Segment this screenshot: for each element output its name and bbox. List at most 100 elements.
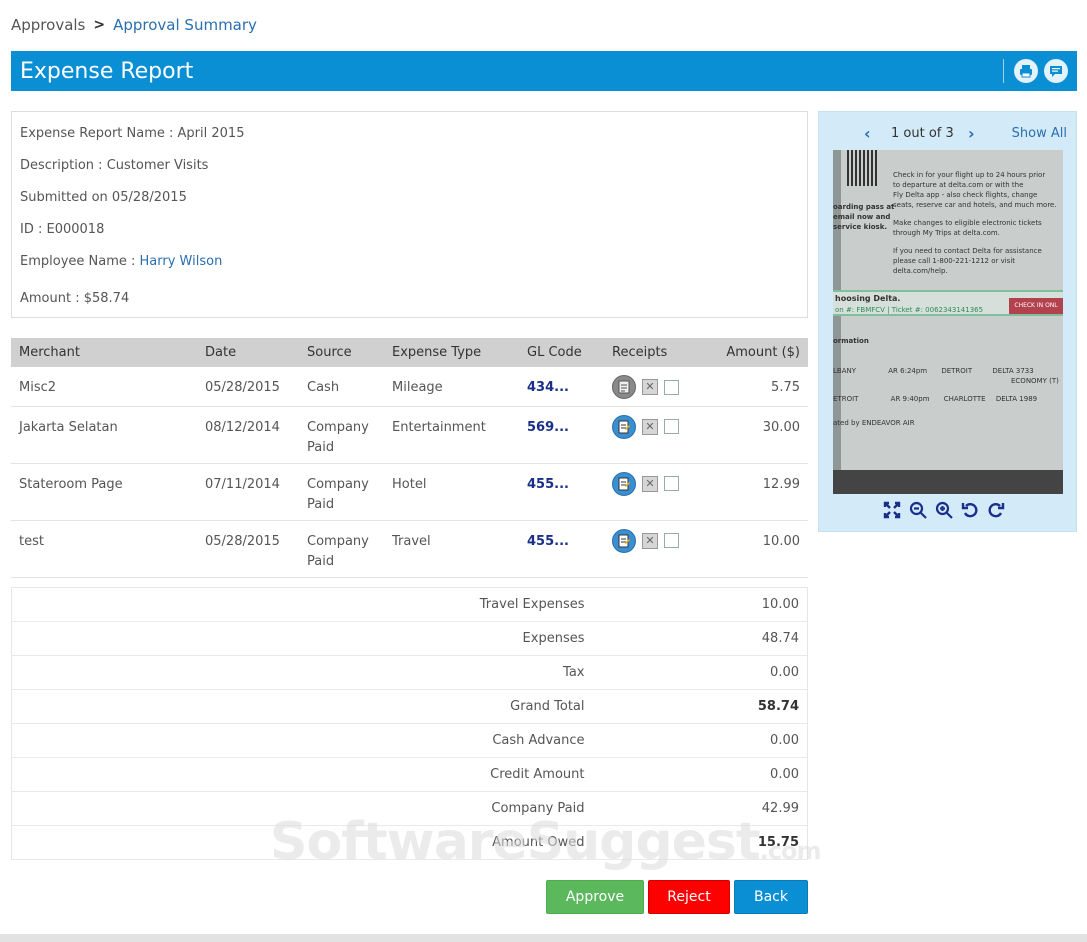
report-id: E000018 [46,222,105,237]
cell-source: Company Paid [299,463,384,521]
total-value: 0.00 [727,655,808,690]
receipt-checkbox[interactable] [664,533,679,548]
zoom-out-icon[interactable] [907,499,929,521]
page-header: Expense Report [11,51,1077,91]
image-controls [881,499,1007,521]
total-value: 0.00 [727,757,808,792]
receipt-viewer: ‹ 1 out of 3 › Show All Check in for you… [818,111,1077,532]
report-name-line: Expense Report Name : April 2015 [20,126,245,141]
receipt-grey-icon[interactable] [612,375,636,399]
table-row[interactable]: Jakarta Selatan 08/12/2014 Company Paid … [11,406,808,464]
breadcrumb-approvals[interactable]: Approvals [11,16,85,34]
cell-type: Mileage [384,367,519,407]
cell-amount: 12.99 [704,463,808,521]
watermark: SoftwareSuggest.com [270,812,822,872]
back-button[interactable]: Back [734,880,808,914]
report-submitted: Submitted on 05/28/2015 [20,190,187,205]
barcode-image [847,150,877,186]
cell-date: 05/28/2015 [197,367,299,407]
zoom-in-icon[interactable] [933,499,955,521]
receipt-actions: ✕ [612,375,696,399]
approve-button[interactable]: Approve [546,880,644,914]
footer-bar [0,934,1087,942]
chevron-left-icon[interactable]: ‹ [864,124,871,143]
grand-total-value: 58.74 [727,689,808,724]
receipt-actions: ✕ [612,414,696,439]
table-header-row: Merchant Date Source Expense Type GL Cod… [11,338,808,367]
cell-amount: 5.75 [704,367,808,407]
employee-line: Employee Name : Harry Wilson [20,254,223,269]
total-label: Credit Amount [11,757,728,792]
cell-source: Company Paid [299,406,384,464]
receipt-checkin-badge: CHECK IN ONL [1009,298,1063,314]
chevron-right-icon: > [93,17,106,33]
show-all-link[interactable]: Show All [1012,126,1067,141]
expense-items-table: Merchant Date Source Expense Type GL Cod… [11,338,808,578]
report-id-line: ID : E000018 [20,222,105,237]
receipt-checkbox[interactable] [664,379,679,395]
receipt-checkbox[interactable] [664,419,679,434]
reject-button[interactable]: Reject [648,880,730,914]
report-info-panel: Expense Report Name : April 2015 Descrip… [11,111,808,318]
table-row[interactable]: Stateroom Page 07/11/2014 Company Paid H… [11,463,808,521]
receipt-page-count: 1 out of 3 [891,126,954,141]
receipt-checkbox[interactable] [664,476,679,491]
delete-receipt-icon[interactable]: ✕ [642,475,658,492]
receipt-image: Check in for your flight up to 24 hours … [833,150,1063,494]
delete-receipt-icon[interactable]: ✕ [642,532,658,549]
cell-gl-code[interactable]: 455... [519,463,604,521]
col-amount[interactable]: Amount ($) [704,338,808,367]
receipt-attached-icon[interactable] [612,471,636,496]
cell-amount: 30.00 [704,406,808,464]
fullscreen-icon[interactable] [881,499,903,521]
cell-merchant: test [11,520,197,578]
col-gl-code[interactable]: GL Code [519,338,604,367]
cell-type: Hotel [384,463,519,521]
col-source[interactable]: Source [299,338,384,367]
receipt-actions: ✕ [612,471,696,496]
cell-type: Travel [384,520,519,578]
cell-gl-code[interactable]: 455... [519,520,604,578]
receipt-attached-icon[interactable] [612,414,636,439]
receipt-attached-icon[interactable] [612,528,636,553]
rotate-right-icon[interactable] [985,499,1007,521]
cell-gl-code[interactable]: 434... [519,367,604,407]
receipt-paper: Check in for your flight up to 24 hours … [833,150,1063,486]
cell-source: Cash [299,367,384,407]
cell-merchant: Stateroom Page [11,463,197,521]
breadcrumb: Approvals > Approval Summary [11,16,257,34]
delete-receipt-icon[interactable]: ✕ [642,418,658,435]
print-icon[interactable] [1014,59,1038,83]
header-tools [1003,59,1068,83]
report-amount-line: Amount : $58.74 [20,291,130,306]
totals-row: Tax 0.00 [11,655,808,690]
cell-amount: 10.00 [704,520,808,578]
total-value: 48.74 [727,621,808,656]
totals-row: Credit Amount 0.00 [11,757,808,792]
total-label: Expenses [11,621,728,656]
totals-row: Travel Expenses 10.00 [11,587,808,622]
rotate-left-icon[interactable] [959,499,981,521]
cell-date: 07/11/2014 [197,463,299,521]
totals-row: Grand Total 58.74 [11,689,808,724]
total-label: Tax [11,655,728,690]
chevron-right-icon[interactable]: › [968,124,975,143]
action-buttons: Approve Reject Back [546,880,808,914]
receipt-pager: ‹ 1 out of 3 › Show All [819,124,1076,144]
report-description: Customer Visits [106,158,209,173]
cell-merchant: Jakarta Selatan [11,406,197,464]
col-merchant[interactable]: Merchant [11,338,197,367]
employee-name-link[interactable]: Harry Wilson [140,254,223,269]
cell-gl-code[interactable]: 569... [519,406,604,464]
table-row[interactable]: Misc2 05/28/2015 Cash Mileage 434... ✕ 5… [11,367,808,407]
comment-icon[interactable] [1044,59,1068,83]
breadcrumb-approval-summary[interactable]: Approval Summary [113,16,257,34]
col-expense-type[interactable]: Expense Type [384,338,519,367]
col-date[interactable]: Date [197,338,299,367]
cell-source: Company Paid [299,520,384,578]
delete-receipt-icon[interactable]: ✕ [642,379,658,395]
report-name: April 2015 [177,126,245,141]
totals-row: Cash Advance 0.00 [11,723,808,758]
total-label: Grand Total [11,689,728,724]
table-row[interactable]: test 05/28/2015 Company Paid Travel 455.… [11,520,808,578]
